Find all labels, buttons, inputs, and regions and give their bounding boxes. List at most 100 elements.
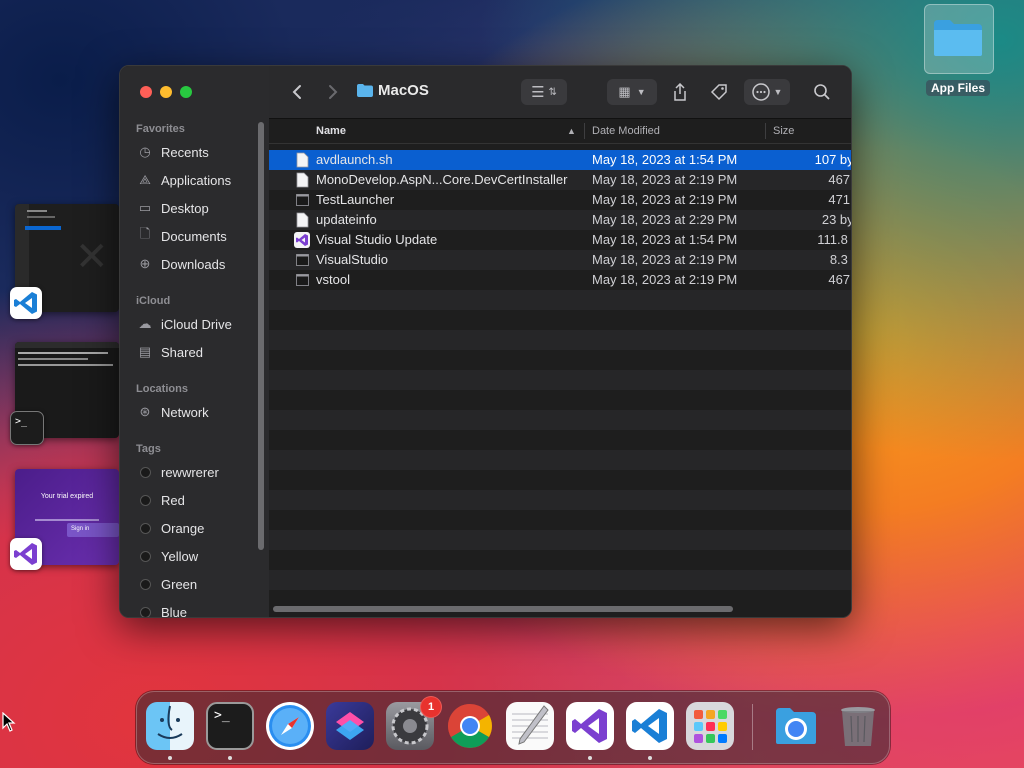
sidebar-tag-blue[interactable]: Blue: [136, 601, 261, 617]
chevron-right-icon: [329, 85, 338, 99]
file-size: 467 KB: [828, 172, 851, 187]
mouse-cursor-icon: [2, 712, 16, 732]
finder-icon: [157, 705, 183, 739]
tag-dot-icon: [140, 466, 151, 478]
column-header-name[interactable]: Name: [316, 125, 346, 137]
file-row-visualstudio[interactable]: VisualStudio May 18, 2023 at 2:19 PM 8.3…: [269, 250, 851, 270]
dock-textedit[interactable]: [506, 702, 554, 750]
file-date: May 18, 2023 at 2:29 PM: [592, 212, 738, 227]
dock-system-settings[interactable]: 1: [386, 696, 442, 750]
file-row-monodevelop[interactable]: MonoDevelop.AspN...Core.DevCertInstaller…: [269, 170, 851, 190]
downloads-folder-icon: [776, 708, 816, 744]
visual-studio-icon: [572, 709, 607, 743]
file-name: VisualStudio: [316, 252, 389, 267]
chevron-left-icon: [292, 85, 301, 99]
sidebar-item-label: Network: [161, 404, 209, 420]
visual-studio-icon: [294, 232, 310, 248]
horizontal-scrollbar[interactable]: [273, 606, 733, 612]
sidebar-tag-orange[interactable]: Orange: [136, 517, 261, 539]
column-divider[interactable]: [765, 123, 766, 139]
tag-dot-icon: [140, 522, 151, 534]
file-row-vstool[interactable]: vstool May 18, 2023 at 2:19 PM 467 KB: [269, 270, 851, 290]
dock-shortcuts[interactable]: [326, 702, 374, 750]
dock-chrome[interactable]: [446, 702, 494, 750]
close-window-button[interactable]: [140, 86, 152, 98]
applications-icon: ⟁: [139, 172, 151, 187]
share-button[interactable]: [667, 79, 693, 105]
vscode-icon: [632, 709, 667, 743]
terminal-icon: >_: [10, 411, 44, 445]
column-divider[interactable]: [584, 123, 585, 139]
file-row-avdlaunch[interactable]: avdlaunch.sh May 18, 2023 at 1:54 PM 107…: [269, 150, 851, 170]
column-header-size[interactable]: Size: [773, 125, 794, 137]
sidebar-item-label: Orange: [161, 520, 205, 536]
trash-icon: [841, 707, 875, 746]
dock-trash[interactable]: [834, 702, 882, 750]
column-header-row: Name ▲ Date Modified Size: [269, 119, 851, 144]
list-view-icon: ☰: [531, 84, 545, 101]
sidebar-item-icloud-drive[interactable]: ☁ iCloud Drive: [136, 313, 261, 335]
desktop-folder-app-files[interactable]: App Files: [922, 4, 994, 96]
sort-ascending-icon: ▲: [567, 126, 576, 136]
dock-finder[interactable]: [146, 702, 194, 750]
sidebar-item-label: Applications: [161, 172, 232, 188]
terminal-icon: >_: [214, 708, 230, 723]
sidebar-item-label: Green: [161, 576, 198, 592]
sidebar-tag-red[interactable]: Red: [136, 489, 261, 511]
folder-icon: [357, 84, 373, 97]
tag-dot-icon: [140, 606, 151, 617]
sidebar-item-label: iCloud Drive: [161, 316, 232, 332]
column-header-date[interactable]: Date Modified: [592, 125, 660, 137]
notification-badge: 1: [420, 696, 442, 718]
file-row-visual-studio-update[interactable]: Visual Studio Update May 18, 2023 at 1:5…: [269, 230, 851, 250]
clock-icon: ◷: [139, 144, 151, 159]
file-size: 111.8 MB: [817, 232, 851, 247]
dock-launchpad[interactable]: [686, 702, 734, 750]
file-name: Visual Studio Update: [316, 232, 438, 247]
sidebar-item-downloads[interactable]: ⊕ Downloads: [136, 253, 261, 275]
dock-terminal[interactable]: >_: [206, 702, 254, 750]
sidebar-tag-green[interactable]: Green: [136, 573, 261, 595]
dock-vscode[interactable]: [626, 702, 674, 750]
sign-in-button: Sign in: [71, 526, 90, 532]
sidebar-item-documents[interactable]: 🗋 Documents: [136, 225, 261, 247]
dock-safari[interactable]: [266, 702, 314, 750]
search-button[interactable]: [807, 79, 837, 105]
action-button[interactable]: ▼: [744, 79, 790, 105]
forward-button[interactable]: [319, 79, 347, 105]
minimize-window-button[interactable]: [160, 86, 172, 98]
tag-button[interactable]: [705, 79, 733, 105]
sidebar-item-label: Shared: [161, 344, 203, 360]
file-size: 471 KB: [828, 192, 851, 207]
executable-icon: [296, 254, 309, 266]
document-icon: [296, 212, 309, 228]
sidebar-item-applications[interactable]: ⟁ Applications: [136, 169, 261, 191]
file-name: MonoDevelop.AspN...Core.DevCertInstaller: [316, 172, 568, 187]
file-date: May 18, 2023 at 2:19 PM: [592, 172, 738, 187]
executable-icon: [296, 274, 309, 286]
file-row-updateinfo[interactable]: updateinfo May 18, 2023 at 2:29 PM 23 by…: [269, 210, 851, 230]
group-button[interactable]: ▦ ▼: [607, 79, 657, 105]
sidebar-item-desktop[interactable]: ▭ Desktop: [136, 197, 261, 219]
dock-downloads-folder[interactable]: [772, 702, 820, 750]
file-row-testlauncher[interactable]: TestLauncher May 18, 2023 at 2:19 PM 471…: [269, 190, 851, 210]
sidebar-item-shared[interactable]: ▤ Shared: [136, 341, 261, 363]
sidebar-tag-rewwrerer[interactable]: rewwrerer: [136, 461, 261, 483]
file-name: avdlaunch.sh: [316, 152, 393, 167]
search-icon: [814, 84, 830, 100]
zoom-window-button[interactable]: [180, 86, 192, 98]
sidebar-tag-yellow[interactable]: Yellow: [136, 545, 261, 567]
sidebar-scrollbar[interactable]: [258, 122, 264, 550]
file-size: 467 KB: [828, 272, 851, 287]
dock-visual-studio[interactable]: [566, 702, 614, 750]
sidebar-header-tags: Tags: [136, 443, 161, 455]
sidebar-item-recents[interactable]: ◷ Recents: [136, 141, 261, 163]
file-date: May 18, 2023 at 2:19 PM: [592, 252, 738, 267]
shortcuts-icon: [336, 712, 364, 740]
view-list-button[interactable]: ☰ ⇅: [521, 79, 567, 105]
document-icon: [296, 152, 309, 168]
finder-toolbar: MacOS ☰ ⇅ ▦ ▼ ▼: [269, 66, 851, 119]
back-button[interactable]: [283, 79, 311, 105]
sidebar-item-network[interactable]: ⊛ Network: [136, 401, 261, 423]
visual-studio-icon: [10, 538, 42, 570]
